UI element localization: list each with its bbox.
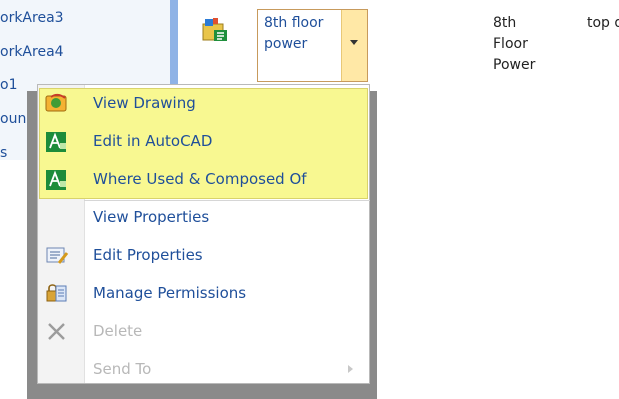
menu-item-edit-properties[interactable]: Edit Properties — [38, 237, 369, 275]
menu-item-label: View Drawing — [93, 94, 196, 112]
chevron-down-icon — [350, 40, 358, 45]
document-name-cell[interactable]: 8th floor power — [257, 9, 368, 82]
nav-item-3[interactable]: o1 — [0, 76, 17, 94]
nav-item-5[interactable]: s — [0, 144, 7, 162]
nav-splitter[interactable] — [170, 0, 178, 92]
dwg-file-icon[interactable] — [200, 14, 230, 44]
menu-item-where-used-composed-of[interactable]: Where Used & Composed Of — [38, 161, 369, 199]
edit-properties-icon — [45, 245, 69, 267]
document-description-cell: top drav — [587, 15, 619, 31]
document-name-link[interactable]: 8th floor power — [264, 13, 344, 55]
autocad-icon — [45, 169, 69, 191]
delete-icon — [45, 321, 69, 343]
menu-item-send-to[interactable]: Send To — [38, 351, 369, 389]
menu-item-view-drawing[interactable]: View Drawing — [38, 85, 369, 123]
submenu-arrow-icon — [348, 365, 353, 373]
menu-item-delete[interactable]: Delete — [38, 313, 369, 351]
document-menu-dropdown-button[interactable] — [341, 10, 367, 81]
manage-permissions-icon — [45, 283, 69, 305]
menu-item-label: Edit in AutoCAD — [93, 132, 213, 150]
menu-item-view-properties[interactable]: View Properties — [38, 199, 369, 237]
nav-item-workarea4[interactable]: orkArea4 — [0, 43, 64, 61]
menu-item-label: Edit Properties — [93, 246, 203, 264]
menu-item-label: Delete — [93, 322, 143, 340]
autocad-icon — [45, 131, 69, 153]
nav-item-4[interactable]: oun — [0, 110, 26, 128]
menu-item-label: Send To — [93, 360, 152, 378]
menu-item-label: Manage Permissions — [93, 284, 247, 302]
menu-item-label: View Properties — [93, 208, 210, 226]
nav-item-workarea3[interactable]: orkArea3 — [0, 9, 64, 27]
menu-item-manage-permissions[interactable]: Manage Permissions — [38, 275, 369, 313]
menu-item-edit-in-autocad[interactable]: Edit in AutoCAD — [38, 123, 369, 161]
document-title-cell: 8th Floor Power — [493, 15, 536, 73]
menu-item-label: Where Used & Composed Of — [93, 170, 307, 188]
document-context-menu: View Drawing Edit in AutoCAD Where Used … — [37, 84, 370, 384]
view-drawing-icon — [45, 93, 69, 115]
